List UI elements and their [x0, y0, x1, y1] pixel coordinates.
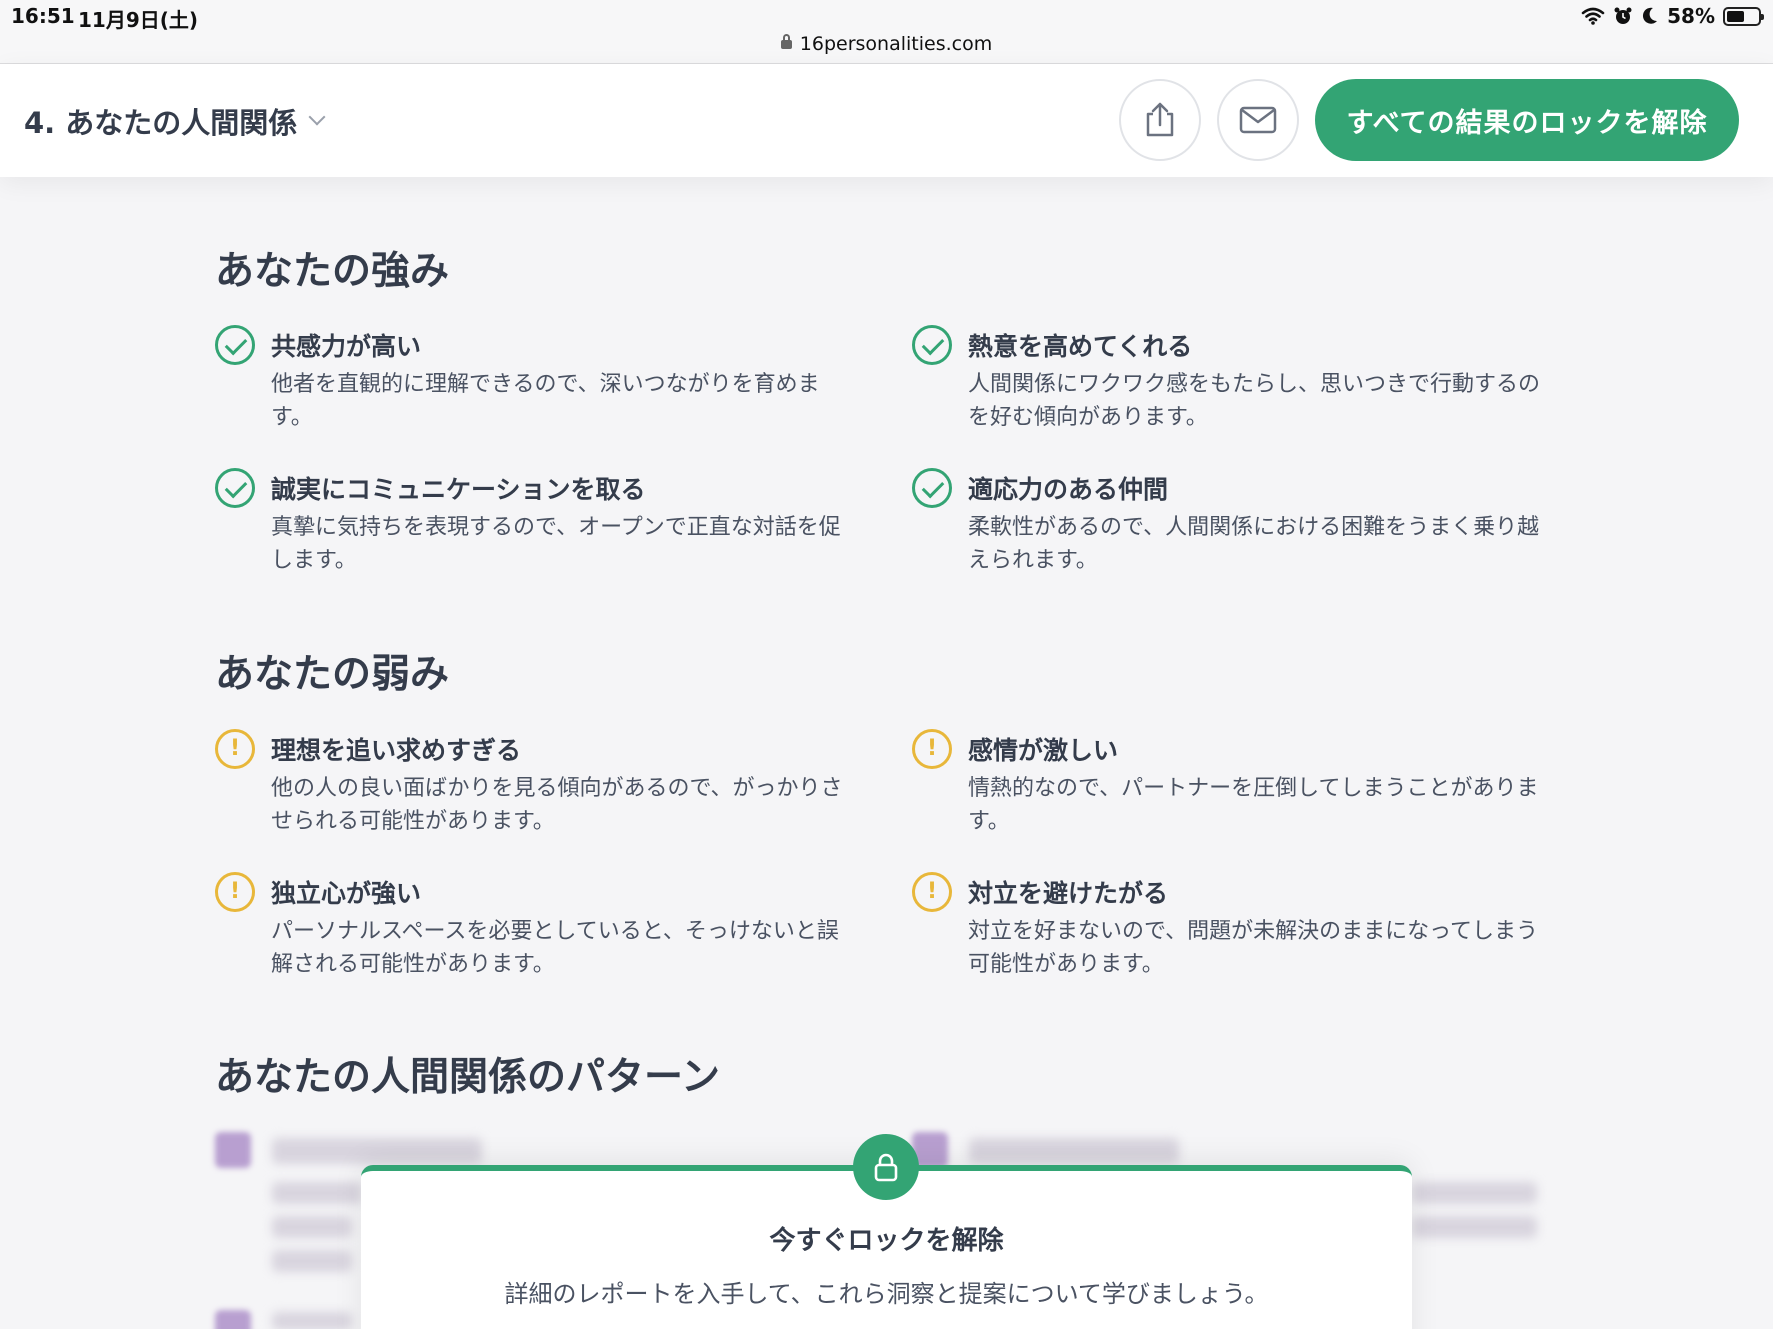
check-circle-icon	[215, 325, 255, 365]
weakness-title: 理想を追い求めすぎる	[271, 736, 522, 765]
section-label: 4. あなたの人間関係	[24, 106, 298, 140]
check-circle-icon	[215, 468, 255, 508]
strength-title: 共感力が高い	[271, 332, 422, 361]
strength-title: 熱意を高めてくれる	[968, 332, 1193, 361]
strength-desc: 他者を直観的に理解できるので、深いつながりを育めます。	[271, 372, 820, 430]
warning-circle-icon	[912, 729, 952, 769]
envelope-icon	[1239, 106, 1277, 134]
weakness-title: 対立を避けたがる	[968, 879, 1169, 908]
warning-circle-icon	[215, 729, 255, 769]
status-time: 16:51	[11, 4, 75, 28]
blurred-text	[1412, 1182, 1537, 1204]
strength-desc: 柔軟性があるので、人間関係における困難をうまく乗り越えられます。	[968, 515, 1540, 573]
weakness-title: 独立心が強い	[271, 879, 422, 908]
unlock-card-desc: 詳細のレポートを入手して、これら洞察と提案について学びましょう。	[504, 1280, 1269, 1308]
unlock-all-results-button[interactable]: すべての結果のロックを解除	[1315, 79, 1739, 161]
moon-icon	[1643, 7, 1658, 24]
email-button[interactable]	[1217, 79, 1299, 161]
blurred-text	[272, 1312, 352, 1329]
patterns-title: あなたの人間関係のパターン	[215, 1055, 721, 1100]
blurred-text	[272, 1250, 352, 1272]
weaknesses-title: あなたの弱み	[215, 652, 450, 697]
blurred-text	[969, 1138, 1179, 1164]
strength-desc: 人間関係にワクワク感をもたらし、思いつきで行動するのを好む傾向があります。	[968, 372, 1541, 430]
warning-circle-icon	[912, 872, 952, 912]
weakness-desc: パーソナルスペースを必要としていると、そっけないと誤解される可能性があります。	[271, 919, 839, 977]
chevron-down-icon	[308, 108, 326, 126]
check-circle-icon	[912, 325, 952, 365]
lock-icon	[780, 34, 792, 49]
weakness-title: 感情が激しい	[968, 736, 1119, 765]
blurred-icon	[215, 1310, 251, 1329]
strengths-title: あなたの強み	[215, 249, 450, 294]
battery-percent: 58%	[1667, 4, 1715, 28]
unlock-card-title: 今すぐロックを解除	[769, 1226, 1004, 1256]
strength-desc: 真摯に気持ちを表現するので、オープンで正直な対話を促します。	[271, 515, 841, 573]
weakness-desc: 情熱的なので、パートナーを圧倒してしまうことがあります。	[968, 776, 1539, 834]
blurred-text	[272, 1182, 362, 1204]
alarm-icon	[1614, 7, 1632, 24]
status-icons: 58%	[1581, 4, 1764, 28]
section-header: 4. あなたの人間関係 すべての結果のロックを解除	[0, 64, 1773, 177]
lock-icon	[874, 1153, 898, 1182]
share-button[interactable]	[1119, 79, 1201, 161]
address-bar[interactable]: 16personalities.com	[0, 33, 1773, 55]
battery-icon	[1723, 6, 1764, 26]
unlock-lock-button[interactable]	[853, 1134, 919, 1200]
wifi-icon	[1581, 7, 1605, 25]
warning-circle-icon	[215, 872, 255, 912]
strength-title: 適応力のある仲間	[968, 475, 1169, 504]
blurred-text	[1412, 1216, 1537, 1238]
status-date: 11月9日(土)	[78, 8, 199, 32]
section-dropdown[interactable]: 4. あなたの人間関係	[24, 100, 326, 142]
url-text: 16personalities.com	[799, 33, 993, 55]
status-bar: 16:51 11月9日(土) 16personalities.com 58%	[0, 0, 1773, 64]
blurred-text	[272, 1138, 482, 1164]
share-icon	[1146, 102, 1174, 137]
check-circle-icon	[912, 468, 952, 508]
weakness-desc: 他の人の良い面ばかりを見る傾向があるので、がっかりさせられる可能性があります。	[271, 776, 843, 834]
weakness-desc: 対立を好まないので、問題が未解決のままになってしまう可能性があります。	[968, 919, 1539, 977]
blurred-icon	[215, 1132, 251, 1168]
blurred-text	[272, 1216, 352, 1238]
strength-title: 誠実にコミュニケーションを取る	[271, 475, 646, 504]
